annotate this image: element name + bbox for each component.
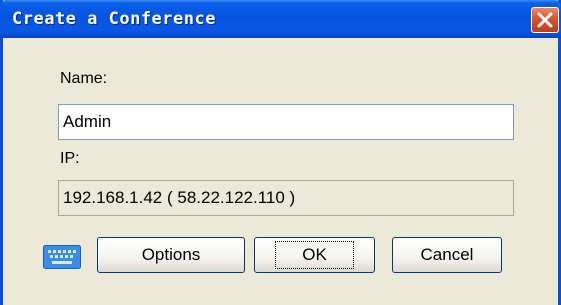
- ip-label: IP:: [60, 150, 80, 167]
- close-icon: [537, 12, 553, 28]
- cancel-button[interactable]: Cancel: [392, 237, 502, 273]
- ok-button[interactable]: OK: [254, 237, 375, 273]
- options-button[interactable]: Options: [97, 237, 245, 273]
- dialog-window: Create a Conference Name: Admin IP: 192.…: [0, 0, 561, 305]
- title-bar[interactable]: Create a Conference: [0, 0, 561, 38]
- name-label: Name:: [60, 70, 108, 87]
- ip-field: 192.168.1.42 ( 58.22.122.110 ): [58, 180, 514, 216]
- keyboard-icon[interactable]: [43, 245, 81, 269]
- name-field[interactable]: Admin: [58, 104, 514, 140]
- window-title: Create a Conference: [12, 9, 216, 29]
- close-button[interactable]: [531, 7, 559, 33]
- ok-button-label: OK: [275, 241, 354, 269]
